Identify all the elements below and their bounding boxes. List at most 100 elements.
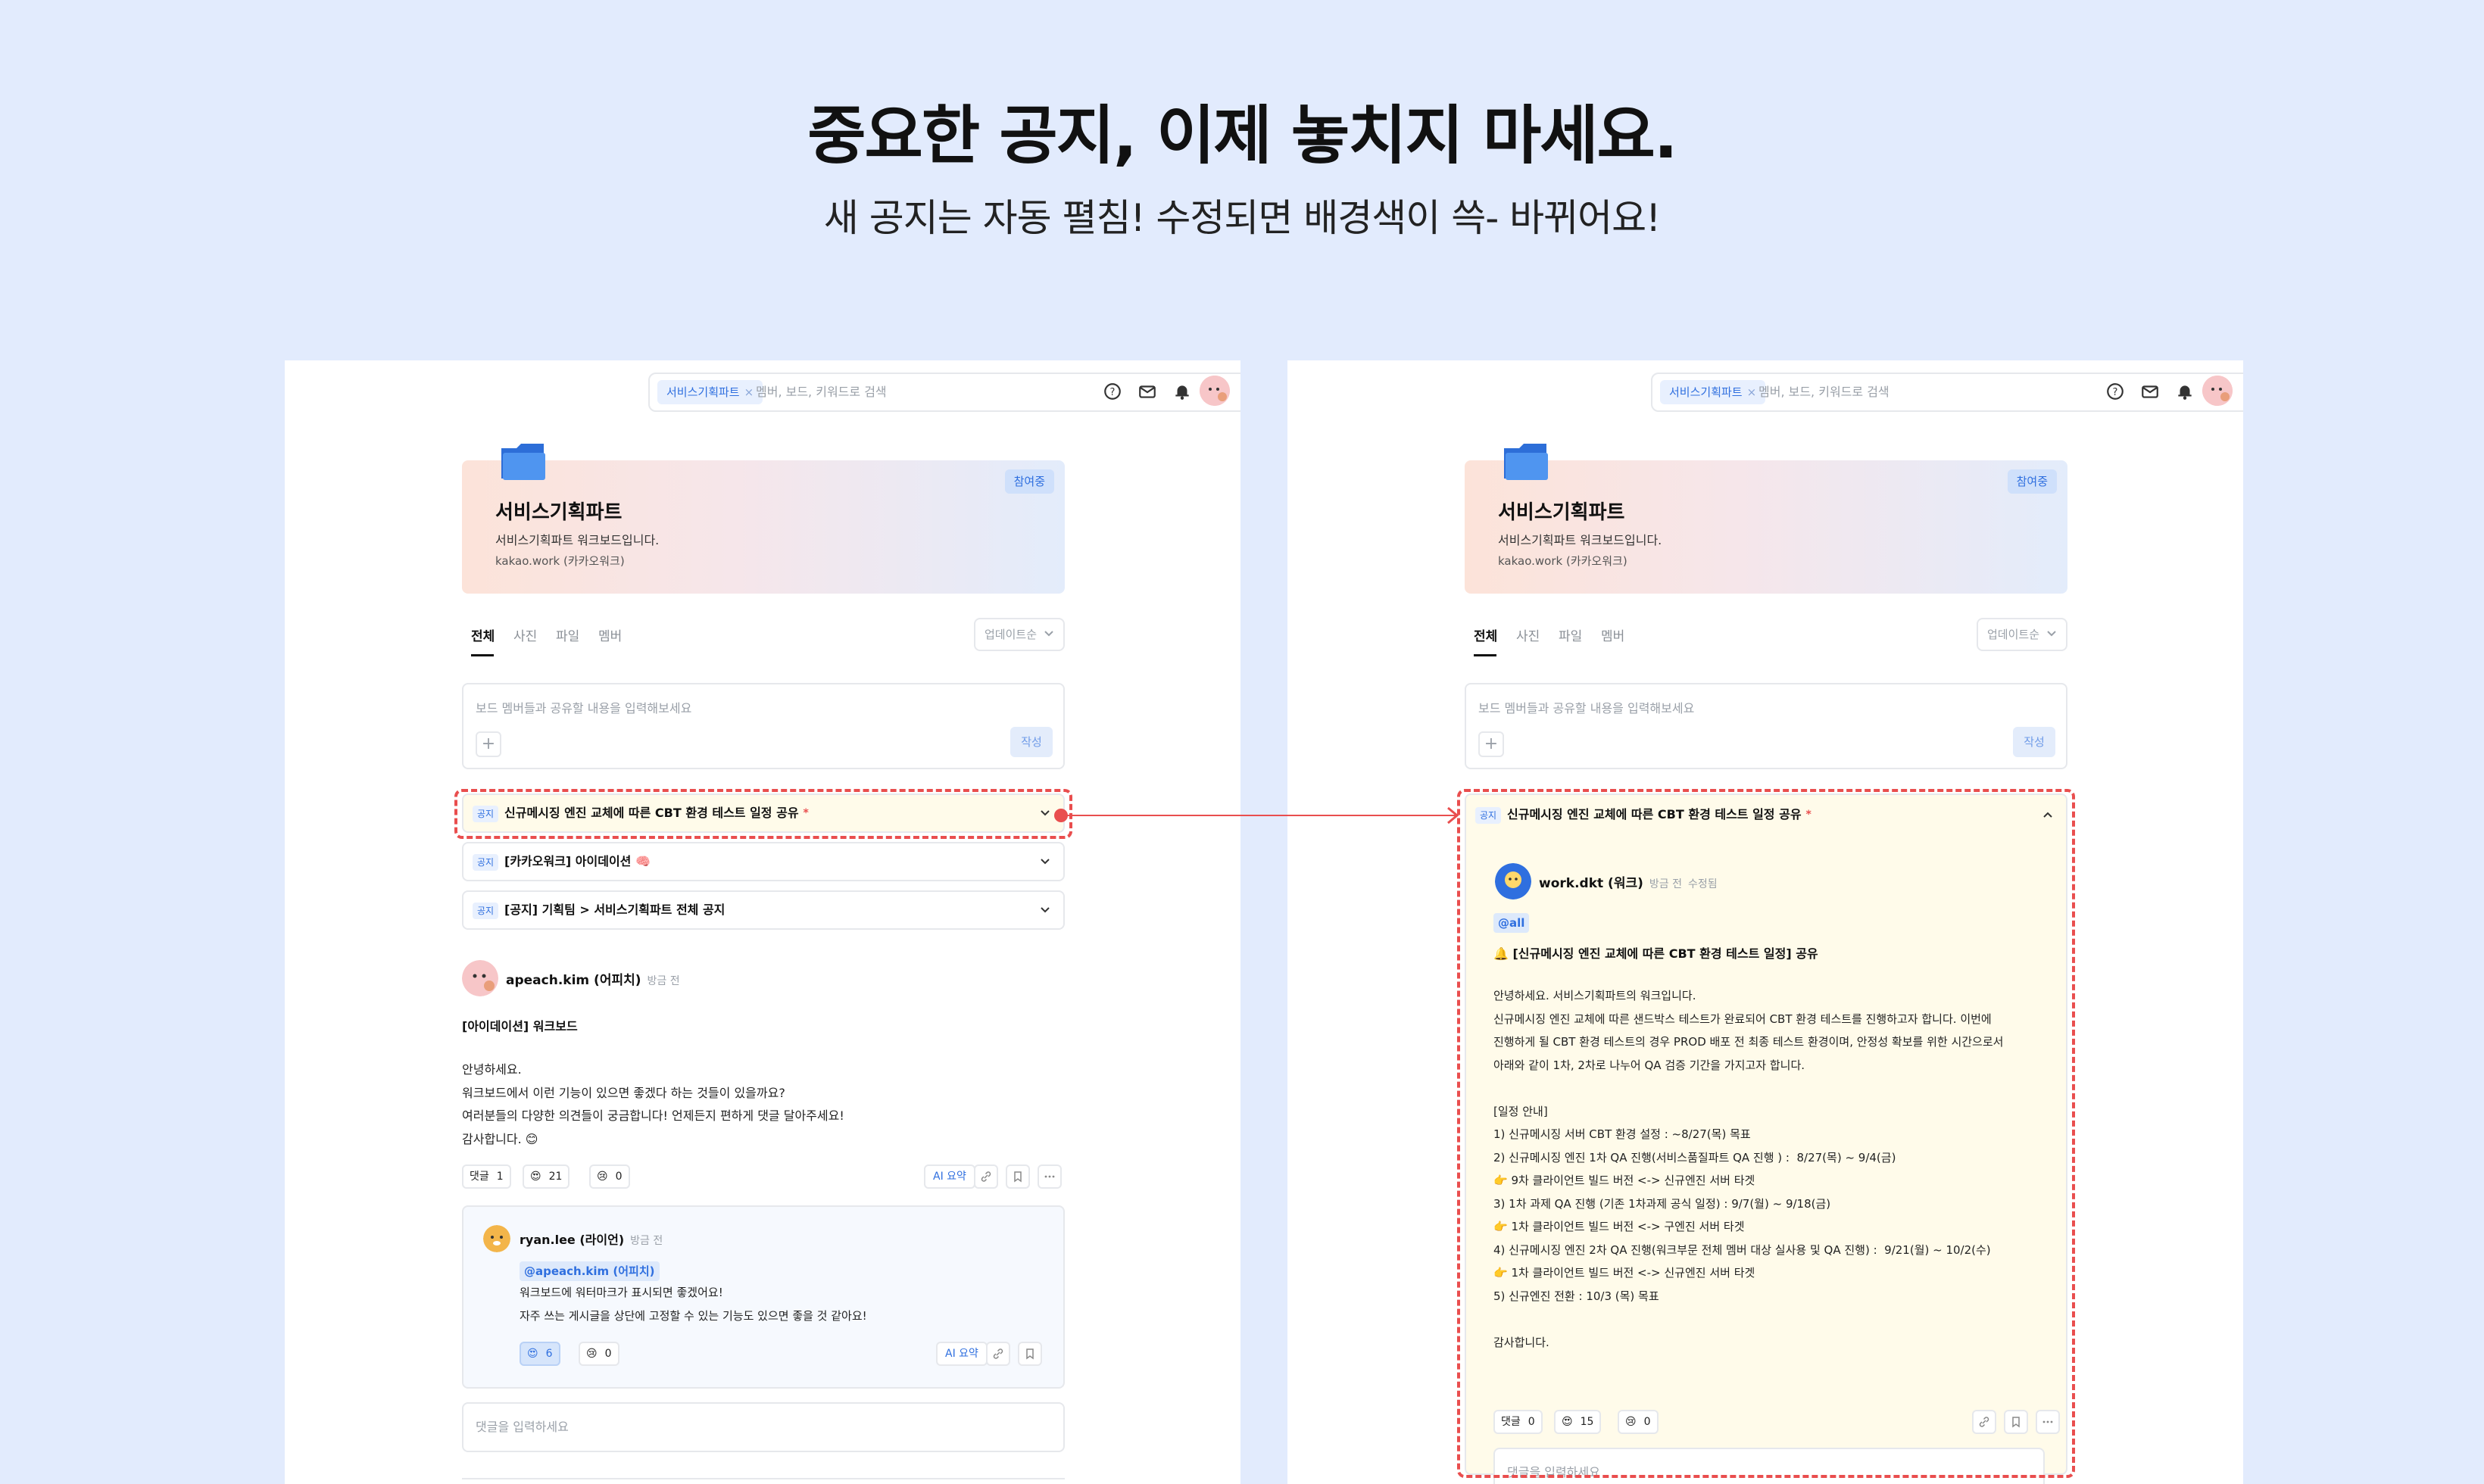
notice-title: [카카오워크] 아이데이션 🧠	[504, 854, 651, 868]
divider	[462, 1478, 1065, 1479]
board-header-card: 참여중 서비스기획파트 서비스기획파트 워크보드입니다. kakao.work …	[1465, 444, 2067, 594]
chevron-down-icon[interactable]	[1039, 904, 1051, 916]
folder-icon	[501, 444, 545, 480]
chevron-down-icon	[1044, 631, 1053, 637]
bookmark-icon[interactable]	[1018, 1342, 1042, 1366]
connector-dot	[1054, 809, 1068, 822]
heart-eyes-reaction[interactable]: 😍 6	[520, 1342, 560, 1366]
chip-label: 서비스기획파트	[1669, 385, 1743, 399]
folder-icon	[1504, 444, 1548, 480]
reply-body: 워크보드에 워터마크가 표시되면 좋겠어요! 자주 쓰는 게시글을 상단에 고정…	[520, 1286, 867, 1323]
board-tabs: 전체 사진 파일 멤버 업데이트순	[462, 618, 1065, 663]
mail-icon[interactable]	[1137, 382, 1157, 401]
reaction-count: 21	[548, 1171, 563, 1183]
post-composer[interactable]: 보드 멤버들과 공유할 내용을 입력해보세요 + 작성	[462, 683, 1065, 769]
reaction-count: 6	[545, 1348, 553, 1360]
ai-summary-button[interactable]: AI 요약	[924, 1164, 975, 1189]
tab-files[interactable]: 파일	[1559, 625, 1582, 644]
tab-photos[interactable]: 사진	[1516, 625, 1540, 644]
mail-icon[interactable]	[2140, 382, 2160, 401]
avatar[interactable]	[2202, 376, 2233, 406]
notice-title: [공지] 기획팀 > 서비스기획파트 전체 공지	[504, 903, 726, 917]
sad-reaction[interactable]: 😢 0	[579, 1342, 619, 1366]
board-panel-before: 서비스기획파트 × 멤버, 보드, 키워드로 검색 ? 참여중 서비스기획파트 서…	[285, 360, 1240, 1484]
bell-icon[interactable]	[1172, 382, 1192, 401]
arrow-right-icon	[1447, 806, 1459, 825]
joined-badge: 참여중	[1004, 469, 1054, 494]
tab-all[interactable]: 전체	[1474, 625, 1497, 644]
help-icon[interactable]: ?	[2105, 382, 2125, 401]
comment-input[interactable]: 댓글을 입력하세요	[462, 1402, 1065, 1452]
svg-text:?: ?	[2113, 387, 2118, 398]
top-bar: 서비스기획파트 × 멤버, 보드, 키워드로 검색 ?	[285, 360, 1240, 418]
reply-time: 방금 전	[630, 1235, 663, 1247]
comment-count-button[interactable]: 댓글 1	[462, 1164, 511, 1189]
board-description: 서비스기획파트 워크보드입니다.	[495, 533, 660, 547]
active-tab-indicator	[1474, 654, 1496, 656]
search-filter-chip[interactable]: 서비스기획파트 ×	[1660, 380, 1766, 404]
sort-label: 업데이트순	[985, 628, 1038, 641]
bookmark-icon[interactable]	[1006, 1164, 1030, 1189]
add-attachment-button[interactable]: +	[476, 731, 501, 757]
highlight-box	[1457, 789, 2075, 1478]
joined-badge: 참여중	[2007, 469, 2057, 494]
board-description: 서비스기획파트 워크보드입니다.	[1498, 533, 1662, 547]
post-author[interactable]: apeach.kim (어피치) 방금 전	[506, 969, 680, 988]
board-title: 서비스기획파트	[1498, 501, 1625, 524]
post-body: 안녕하세요. 워크보드에서 이런 기능이 있으면 좋겠다 하는 것들이 있을까요…	[462, 1062, 844, 1146]
link-icon[interactable]	[974, 1164, 998, 1189]
write-button[interactable]: 작성	[2013, 727, 2055, 757]
board-title: 서비스기획파트	[495, 501, 623, 524]
tab-files[interactable]: 파일	[556, 625, 579, 644]
svg-text:?: ?	[1110, 387, 1116, 398]
comment-label: 댓글	[470, 1171, 489, 1183]
tab-photos[interactable]: 사진	[513, 625, 537, 644]
ai-summary-button[interactable]: AI 요약	[936, 1342, 988, 1366]
write-button[interactable]: 작성	[1010, 727, 1053, 757]
comment-count: 1	[496, 1171, 504, 1183]
reaction-count: 0	[615, 1171, 623, 1183]
chevron-down-icon[interactable]	[1039, 856, 1051, 868]
board-header-card: 참여중 서비스기획파트 서비스기획파트 워크보드입니다. kakao.work …	[462, 444, 1065, 594]
hero-title: 중요한 공지, 이제 놓치지 마세요.	[807, 98, 1677, 173]
notice-tag: 공지	[473, 854, 499, 871]
composer-placeholder: 보드 멤버들과 공유할 내용을 입력해보세요	[1478, 701, 1695, 716]
sort-dropdown[interactable]: 업데이트순	[1977, 618, 2067, 651]
composer-placeholder: 보드 멤버들과 공유할 내용을 입력해보세요	[476, 701, 692, 716]
chip-remove-icon[interactable]: ×	[744, 385, 754, 399]
notice-tag: 공지	[473, 903, 499, 919]
tab-members[interactable]: 멤버	[1601, 625, 1624, 644]
post-time: 방금 전	[647, 975, 680, 987]
board-domain: kakao.work (카카오워크)	[495, 554, 625, 568]
reply-card: ryan.lee (라이언) 방금 전 @apeach.kim (어피치) 워크보…	[462, 1205, 1065, 1389]
bell-icon[interactable]	[2175, 382, 2195, 401]
hero-subtitle: 새 공지는 자동 펼침! 수정되면 배경색이 쓱- 바뀌어요!	[823, 196, 1661, 240]
reply-author[interactable]: ryan.lee (라이언) 방금 전	[520, 1230, 663, 1248]
mention-tag[interactable]: @apeach.kim (어피치)	[520, 1261, 660, 1281]
chip-remove-icon[interactable]: ×	[1747, 385, 1757, 399]
active-tab-indicator	[471, 654, 494, 656]
search-placeholder: 멤버, 보드, 키워드로 검색	[756, 385, 887, 399]
notice-item-planning[interactable]: 공지 [공지] 기획팀 > 서비스기획파트 전체 공지	[462, 890, 1065, 930]
post-title: [아이데이션] 워크보드	[462, 1019, 578, 1034]
tab-all[interactable]: 전체	[471, 625, 495, 644]
notice-item-ideation[interactable]: 공지 [카카오워크] 아이데이션 🧠	[462, 842, 1065, 881]
post-composer[interactable]: 보드 멤버들과 공유할 내용을 입력해보세요 + 작성	[1465, 683, 2067, 769]
search-filter-chip[interactable]: 서비스기획파트 ×	[657, 380, 763, 404]
author-avatar[interactable]	[462, 960, 498, 996]
add-attachment-button[interactable]: +	[1478, 731, 1504, 757]
sad-reaction[interactable]: 😢 0	[589, 1164, 630, 1189]
chevron-down-icon	[2047, 631, 2056, 637]
comment-placeholder: 댓글을 입력하세요	[476, 1420, 569, 1434]
connector-line	[1060, 815, 1456, 816]
sort-dropdown[interactable]: 업데이트순	[974, 618, 1065, 651]
top-bar: 서비스기획파트 × 멤버, 보드, 키워드로 검색 ?	[1287, 360, 2243, 418]
search-placeholder: 멤버, 보드, 키워드로 검색	[1758, 385, 1890, 399]
tab-members[interactable]: 멤버	[598, 625, 622, 644]
avatar[interactable]	[1200, 376, 1230, 406]
heart-eyes-reaction[interactable]: 😍 21	[523, 1164, 570, 1189]
link-icon[interactable]	[986, 1342, 1010, 1366]
more-icon[interactable]	[1038, 1164, 1062, 1189]
reply-avatar[interactable]	[483, 1225, 510, 1252]
help-icon[interactable]: ?	[1103, 382, 1122, 401]
